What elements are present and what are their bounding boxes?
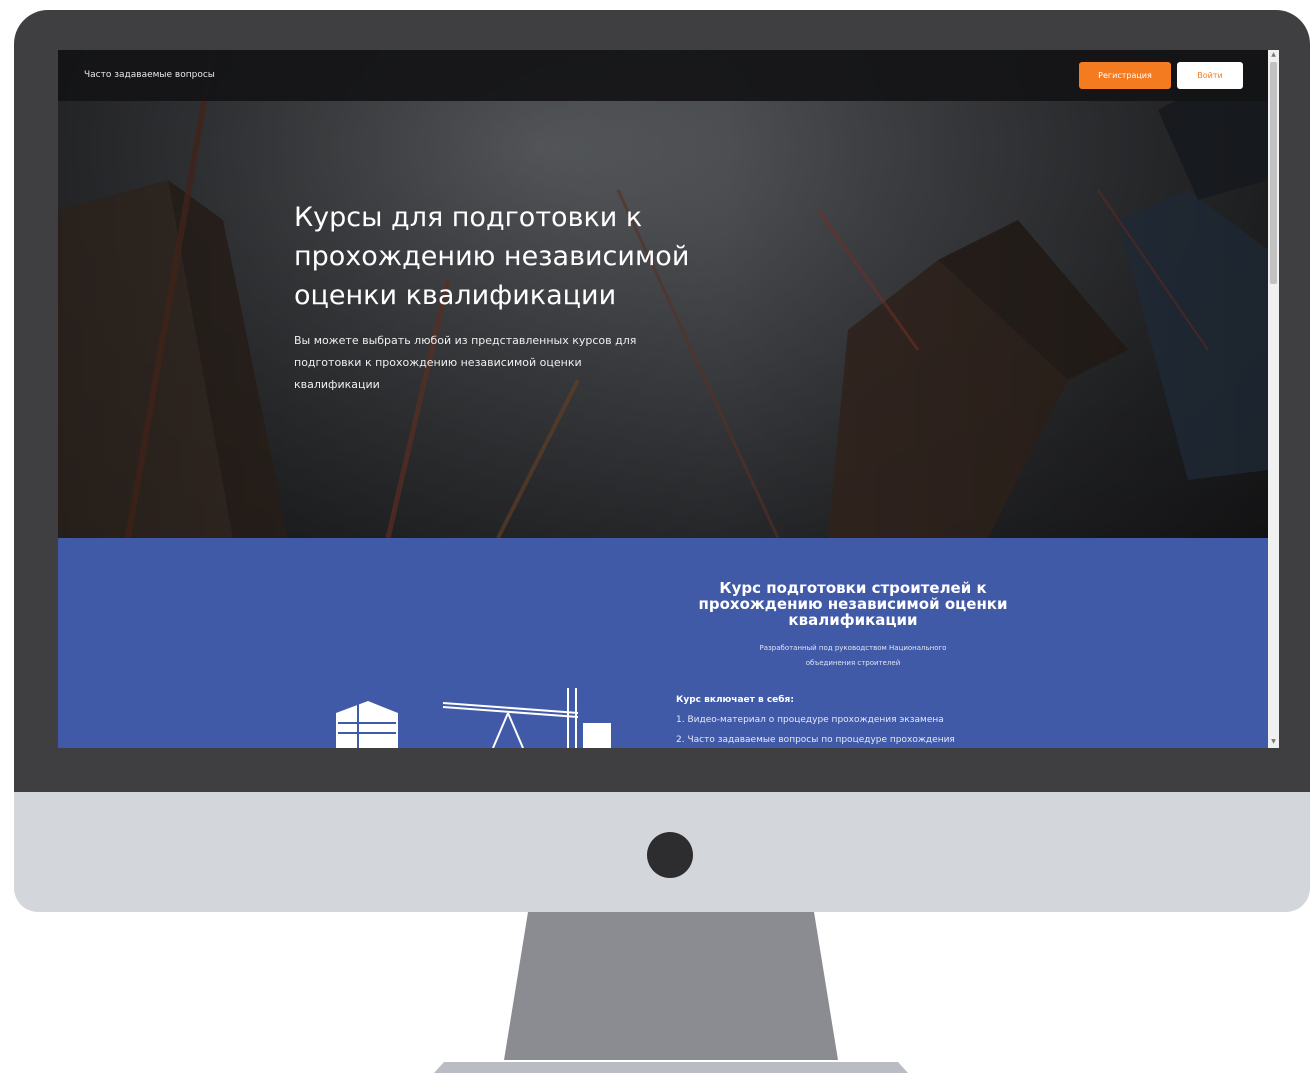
list-item: 1. Видео-материал о процедуре прохождени… [676, 715, 944, 725]
register-button[interactable]: Регистрация [1079, 62, 1171, 89]
monitor-logo-dot [647, 832, 693, 878]
faq-link[interactable]: Часто задаваемые вопросы [84, 70, 215, 80]
course-title: Курс подготовки строителей к прохождению… [698, 579, 1008, 629]
building-icon [336, 701, 398, 748]
top-navigation-bar: Часто задаваемые вопросы Регистрация Вой… [58, 50, 1268, 101]
scrollbar-thumb[interactable] [1270, 62, 1277, 284]
course-subtitle: Разработанный под руководством Националь… [759, 644, 947, 667]
hero-title: Курсы для подготовки к прохождению незав… [294, 202, 690, 311]
hero-section: Часто задаваемые вопросы Регистрация Вой… [58, 50, 1268, 538]
course-includes-list: 1. Видео-материал о процедуре прохождени… [676, 710, 955, 748]
browser-screen: Часто задаваемые вопросы Регистрация Вой… [58, 50, 1279, 748]
crane-icon [442, 688, 611, 748]
page-scrollbar[interactable]: ▲ ▼ [1268, 50, 1279, 748]
course-includes-title: Курс включает в себя: [676, 695, 794, 705]
construction-illustration [336, 688, 611, 748]
chevron-up-icon[interactable]: ▲ [1270, 51, 1277, 59]
list-item: 2. Часто задаваемые вопросы по процедуре… [676, 735, 955, 745]
chevron-down-icon[interactable]: ▼ [1270, 738, 1277, 746]
login-button[interactable]: Войти [1177, 62, 1243, 89]
hero-subtitle: Вы можете выбрать любой из представленны… [294, 334, 637, 391]
course-section: Курс подготовки строителей к прохождению… [58, 538, 1268, 748]
